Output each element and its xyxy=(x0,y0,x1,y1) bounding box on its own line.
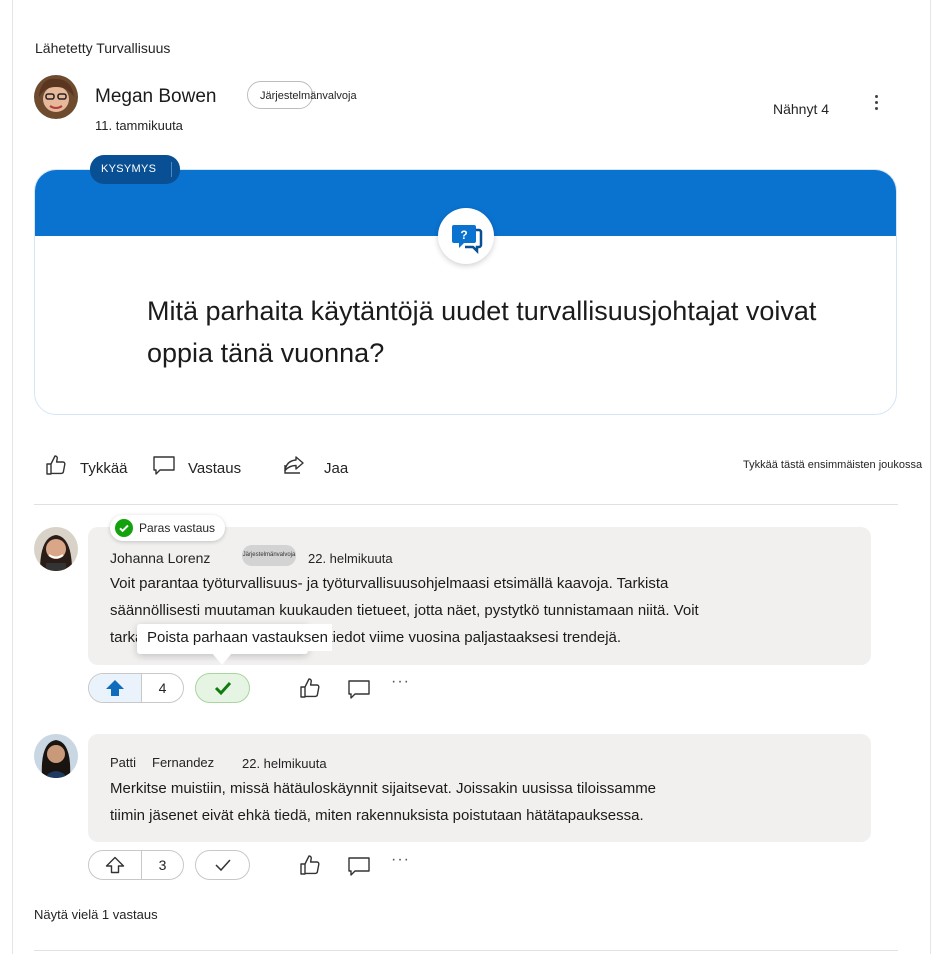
reply-author-last-name[interactable]: Fernandez xyxy=(152,755,214,770)
share-button[interactable]: Jaa xyxy=(282,452,348,477)
reply-avatar[interactable] xyxy=(34,527,78,571)
upvote-control[interactable]: 3 xyxy=(88,850,184,880)
reply-comment-button[interactable] xyxy=(347,854,371,878)
question-bubble-icon: ? xyxy=(438,208,494,264)
best-answer-badge: Paras vastaus xyxy=(110,515,226,541)
reply-text-line: Voit parantaa työturvallisuus- ja työtur… xyxy=(110,575,669,592)
upvote-button[interactable] xyxy=(89,851,142,879)
author-role-badge: Järjestelmänvalvoja xyxy=(247,81,357,109)
upvote-arrow-icon xyxy=(106,680,124,696)
like-label: Tykkää xyxy=(80,460,128,477)
svg-text:?: ? xyxy=(460,228,467,242)
reply-author-first-name[interactable]: Patti xyxy=(110,755,136,770)
question-type-badge: KYSYMYS xyxy=(90,155,180,184)
more-horizontal-icon[interactable]: ··· xyxy=(391,851,410,869)
posted-in-label: Lähetetty Turvallisuus xyxy=(35,40,171,56)
reply-like-button[interactable] xyxy=(298,676,322,700)
share-icon xyxy=(284,455,304,474)
reply-comment-button[interactable] xyxy=(347,677,371,701)
seen-count: Nähnyt 4 xyxy=(773,101,830,117)
question-text: Mitä parhaita käytäntöjä uudet turvallis… xyxy=(147,296,817,368)
reply-text-line: Merkitse muistiin, missä hätäuloskäynnit… xyxy=(110,780,657,797)
upvote-control[interactable]: 4 xyxy=(88,673,184,703)
upvote-button[interactable] xyxy=(89,674,142,702)
upvote-arrow-icon xyxy=(105,856,125,874)
reply-text-line: säännöllisesti muutaman kuukauden tietue… xyxy=(110,602,699,619)
reply-date: 22. helmikuuta xyxy=(242,756,327,771)
vote-count: 3 xyxy=(158,857,167,873)
reply-text-line: tiimin jäsenet eivät ehkä tiedä, miten r… xyxy=(110,807,644,824)
tooltip-text: Poista parhaan vastauksen xyxy=(147,624,332,651)
like-prompt: Tykkää tästä ensimmäisten joukossa xyxy=(743,459,923,471)
vote-count: 4 xyxy=(158,680,167,696)
kebab-icon[interactable] xyxy=(868,92,884,118)
reply-role-badge: Järjestelmänvalvoja xyxy=(242,545,296,566)
reply-author-name[interactable]: Johanna Lorenz xyxy=(110,550,210,566)
checkmark-icon xyxy=(214,681,231,696)
post-date: 11. tammikuuta xyxy=(95,118,183,133)
checkmark-icon xyxy=(214,859,231,872)
check-circle-icon xyxy=(115,519,133,537)
comment-icon xyxy=(348,857,370,876)
reply-like-button[interactable] xyxy=(298,853,322,877)
show-more-replies-link[interactable]: Näytä vielä 1 vastaus xyxy=(34,907,158,922)
accept-answer-button[interactable] xyxy=(195,673,250,703)
share-label: Jaa xyxy=(324,460,349,477)
more-horizontal-icon[interactable]: ··· xyxy=(391,673,410,691)
like-button[interactable]: Tykkää xyxy=(44,452,128,477)
reply-avatar[interactable] xyxy=(34,734,78,778)
best-answer-label: Paras vastaus xyxy=(139,521,216,535)
comment-icon xyxy=(348,680,370,699)
thumbs-up-icon xyxy=(300,678,320,698)
author-name[interactable]: Megan Bowen xyxy=(95,86,216,108)
reply-label: Vastaus xyxy=(188,460,242,477)
accept-answer-button[interactable] xyxy=(195,850,250,880)
reply-date: 22. helmikuuta xyxy=(308,551,393,566)
divider xyxy=(34,504,898,505)
reply-button[interactable]: Vastaus xyxy=(152,452,241,477)
thumbs-up-icon xyxy=(300,855,320,875)
thumbs-up-icon xyxy=(46,454,66,475)
author-avatar[interactable] xyxy=(34,75,78,119)
comment-icon xyxy=(153,455,175,475)
divider xyxy=(34,950,898,951)
